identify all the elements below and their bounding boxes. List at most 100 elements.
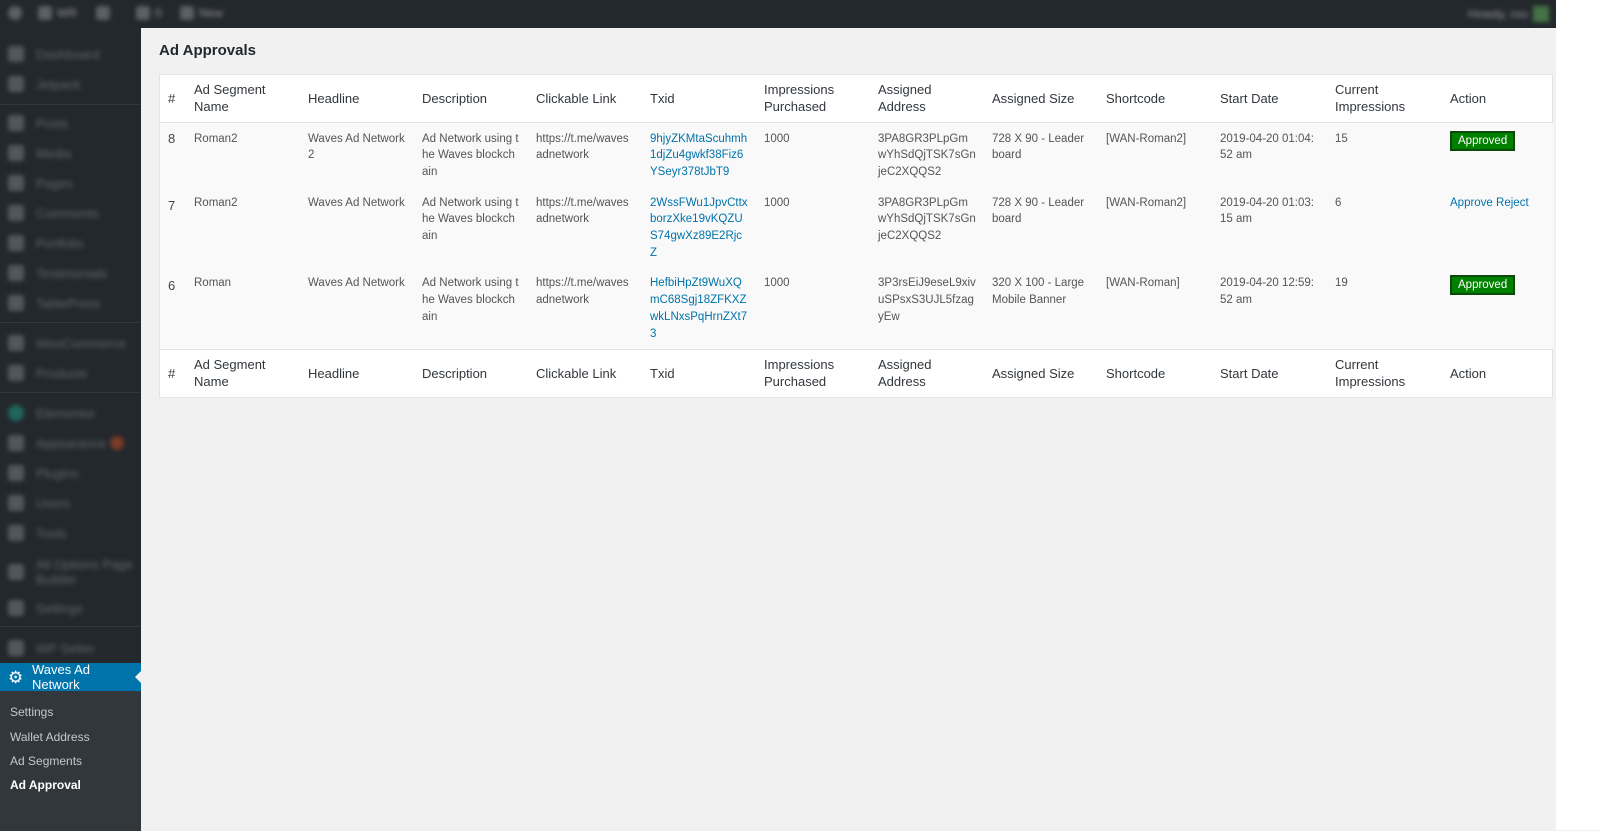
column-header-impressions: Impressions Purchased — [756, 75, 870, 123]
sidebar-item-page-builder[interactable]: All Options Page Builder — [0, 555, 141, 589]
comment-icon — [8, 205, 24, 221]
column-header-current: Current Impressions — [1327, 75, 1442, 123]
page-title: Ad Approvals — [159, 42, 256, 59]
cell-current: 6 — [1335, 196, 1342, 209]
sidebar-item-waves-ad-network[interactable]: ⚙ Waves Ad Network — [0, 662, 142, 692]
column-footer-id: # — [160, 349, 186, 397]
cell-shortcode: [WAN-Roman2] — [1106, 132, 1187, 145]
sidebar-item-plugins[interactable]: Plugins — [0, 463, 141, 483]
approve-link[interactable]: Approve — [1450, 197, 1493, 209]
sidebar-item-media[interactable]: Media — [0, 143, 141, 163]
sidebar-item-wp-setter[interactable]: WP Setter — [0, 638, 141, 658]
column-footer-address: Assigned Address — [870, 349, 984, 397]
cell-size: 320 X 100 - Large Mobile Banner — [992, 277, 1085, 307]
wordpress-logo-icon[interactable] — [8, 6, 22, 20]
cell-size: 728 X 90 - Leaderboard — [992, 196, 1085, 226]
cell-impressions: 1000 — [764, 132, 790, 145]
cell-segment: Roman2 — [194, 132, 238, 145]
cell-description: Ad Network using the Waves blockchain — [422, 132, 519, 178]
cell-action: Approve Reject — [1442, 188, 1554, 269]
sidebar-item-appearance[interactable]: Appearance — [0, 433, 141, 453]
avatar — [1532, 6, 1549, 22]
submenu-wallet-address[interactable]: Wallet Address — [10, 730, 90, 744]
column-footer-current: Current Impressions — [1327, 349, 1442, 397]
sidebar-item-products[interactable]: Products — [0, 363, 141, 383]
sidebar-item-users[interactable]: Users — [0, 493, 141, 513]
sidebar-item-comments[interactable]: Comments — [0, 203, 141, 223]
column-footer-shortcode: Shortcode — [1098, 349, 1212, 397]
column-header-size: Assigned Size — [984, 75, 1098, 123]
submenu-settings[interactable]: Settings — [10, 705, 53, 719]
cell-headline: Waves Ad Network 2 — [308, 132, 405, 162]
sidebar-item-settings[interactable]: Settings — [0, 598, 141, 618]
submenu-ad-approval[interactable]: Ad Approval — [10, 778, 81, 792]
txid-link[interactable]: HefbiHpZt9WuXQmC68Sgj18ZFKXZwkLNxsPqHrnZ… — [650, 277, 747, 339]
cell-description: Ad Network using the Waves blockchain — [422, 277, 519, 323]
cell-headline: Waves Ad Network — [308, 196, 405, 209]
column-footer-start-date: Start Date — [1212, 349, 1327, 397]
cell-address: 3PA8GR3PLpGmwYhSdQjTSK7sGnjeC2XQQS2 — [878, 132, 976, 178]
sidebar-item-dashboard[interactable]: Dashboard — [0, 44, 141, 64]
sidebar-item-pages[interactable]: Pages — [0, 173, 141, 193]
reject-link[interactable]: Reject — [1496, 197, 1529, 209]
table-footer-row: # Ad Segment Name Headline Description C… — [160, 349, 1554, 397]
approved-button[interactable]: Approved — [1450, 275, 1516, 296]
comments-link[interactable]: 0 — [136, 6, 162, 20]
cell-action: Approved — [1442, 268, 1554, 349]
menu-separator — [0, 392, 141, 393]
pages-icon — [8, 175, 24, 191]
home-icon — [38, 6, 52, 20]
builder-icon — [8, 564, 24, 580]
cell-link: https://t.me/wavesadnetwork — [536, 277, 629, 307]
submenu-ad-segments[interactable]: Ad Segments — [10, 754, 82, 768]
cell-id: 6 — [168, 278, 176, 294]
sidebar-item-portfolio[interactable]: Portfolio — [0, 233, 141, 253]
right-edge — [1556, 0, 1600, 830]
sidebar-item-tablepress[interactable]: TablePress — [0, 293, 141, 313]
column-header-segment: Ad Segment Name — [186, 75, 300, 123]
cell-impressions: 1000 — [764, 196, 790, 209]
site-name-link[interactable]: WR — [38, 6, 77, 20]
sidebar-active-label: Waves Ad Network — [31, 662, 90, 692]
column-footer-impressions: Impressions Purchased — [756, 349, 870, 397]
my-account-link[interactable]: Howdy, roo — [1468, 6, 1549, 22]
column-header-description: Description — [414, 75, 528, 123]
txid-link[interactable]: 2WssFWu1JpvCttxborzXke19vKQZUS74gwXz89E2… — [650, 197, 748, 259]
column-header-headline: Headline — [300, 75, 414, 123]
column-header-link: Clickable Link — [528, 75, 642, 123]
cell-address: 3P3rsEiJ9eseL9xivuSPsxS3UJL5fzagyEw — [878, 277, 976, 323]
sidebar-item-woocommerce[interactable]: WooCommerce — [0, 333, 141, 353]
new-content-link[interactable]: New — [180, 6, 223, 20]
sidebar-item-jetpack[interactable]: Jetpack — [0, 74, 141, 94]
pin-icon — [8, 115, 24, 131]
cell-size: 728 X 90 - Leaderboard — [992, 132, 1085, 162]
woocommerce-icon — [8, 335, 24, 351]
portfolio-icon — [8, 235, 24, 251]
jetpack-icon — [8, 76, 24, 92]
sidebar-item-tools[interactable]: Tools — [0, 523, 141, 543]
cell-start-date: 2019-04-20 01:04:52 am — [1220, 132, 1314, 162]
updates-link[interactable] — [96, 6, 110, 20]
tools-icon — [8, 525, 24, 541]
brush-icon — [8, 435, 24, 451]
txid-link[interactable]: 9hjyZKMtaScuhmh1djZu4gwkf38Fiz6YSeyr378t… — [650, 133, 747, 178]
plus-icon — [180, 6, 194, 20]
current-menu-arrow — [135, 670, 142, 684]
gear-icon: ⚙ — [8, 667, 24, 687]
sidebar-item-elementor[interactable]: Elementor — [0, 403, 141, 423]
column-header-address: Assigned Address — [870, 75, 984, 123]
sidebar-item-posts[interactable]: Posts — [0, 113, 141, 133]
column-header-id: # — [160, 75, 186, 123]
cell-start-date: 2019-04-20 12:59:52 am — [1220, 277, 1314, 307]
admin-bar: WR 0 New Howdy, roo — [0, 0, 1556, 28]
column-header-action: Action — [1442, 75, 1554, 123]
cell-action: Approved — [1442, 122, 1554, 188]
cell-current: 19 — [1335, 277, 1348, 290]
setter-icon — [8, 640, 24, 656]
ad-approvals-table: # Ad Segment Name Headline Description C… — [159, 74, 1554, 398]
sidebar-item-testimonials[interactable]: Testimonials — [0, 263, 141, 283]
cell-segment: Roman — [194, 277, 232, 290]
table-header-row: # Ad Segment Name Headline Description C… — [160, 75, 1554, 123]
table-row: 7 Roman2 Waves Ad Network Ad Network usi… — [160, 187, 1554, 269]
approved-button[interactable]: Approved — [1450, 130, 1516, 151]
